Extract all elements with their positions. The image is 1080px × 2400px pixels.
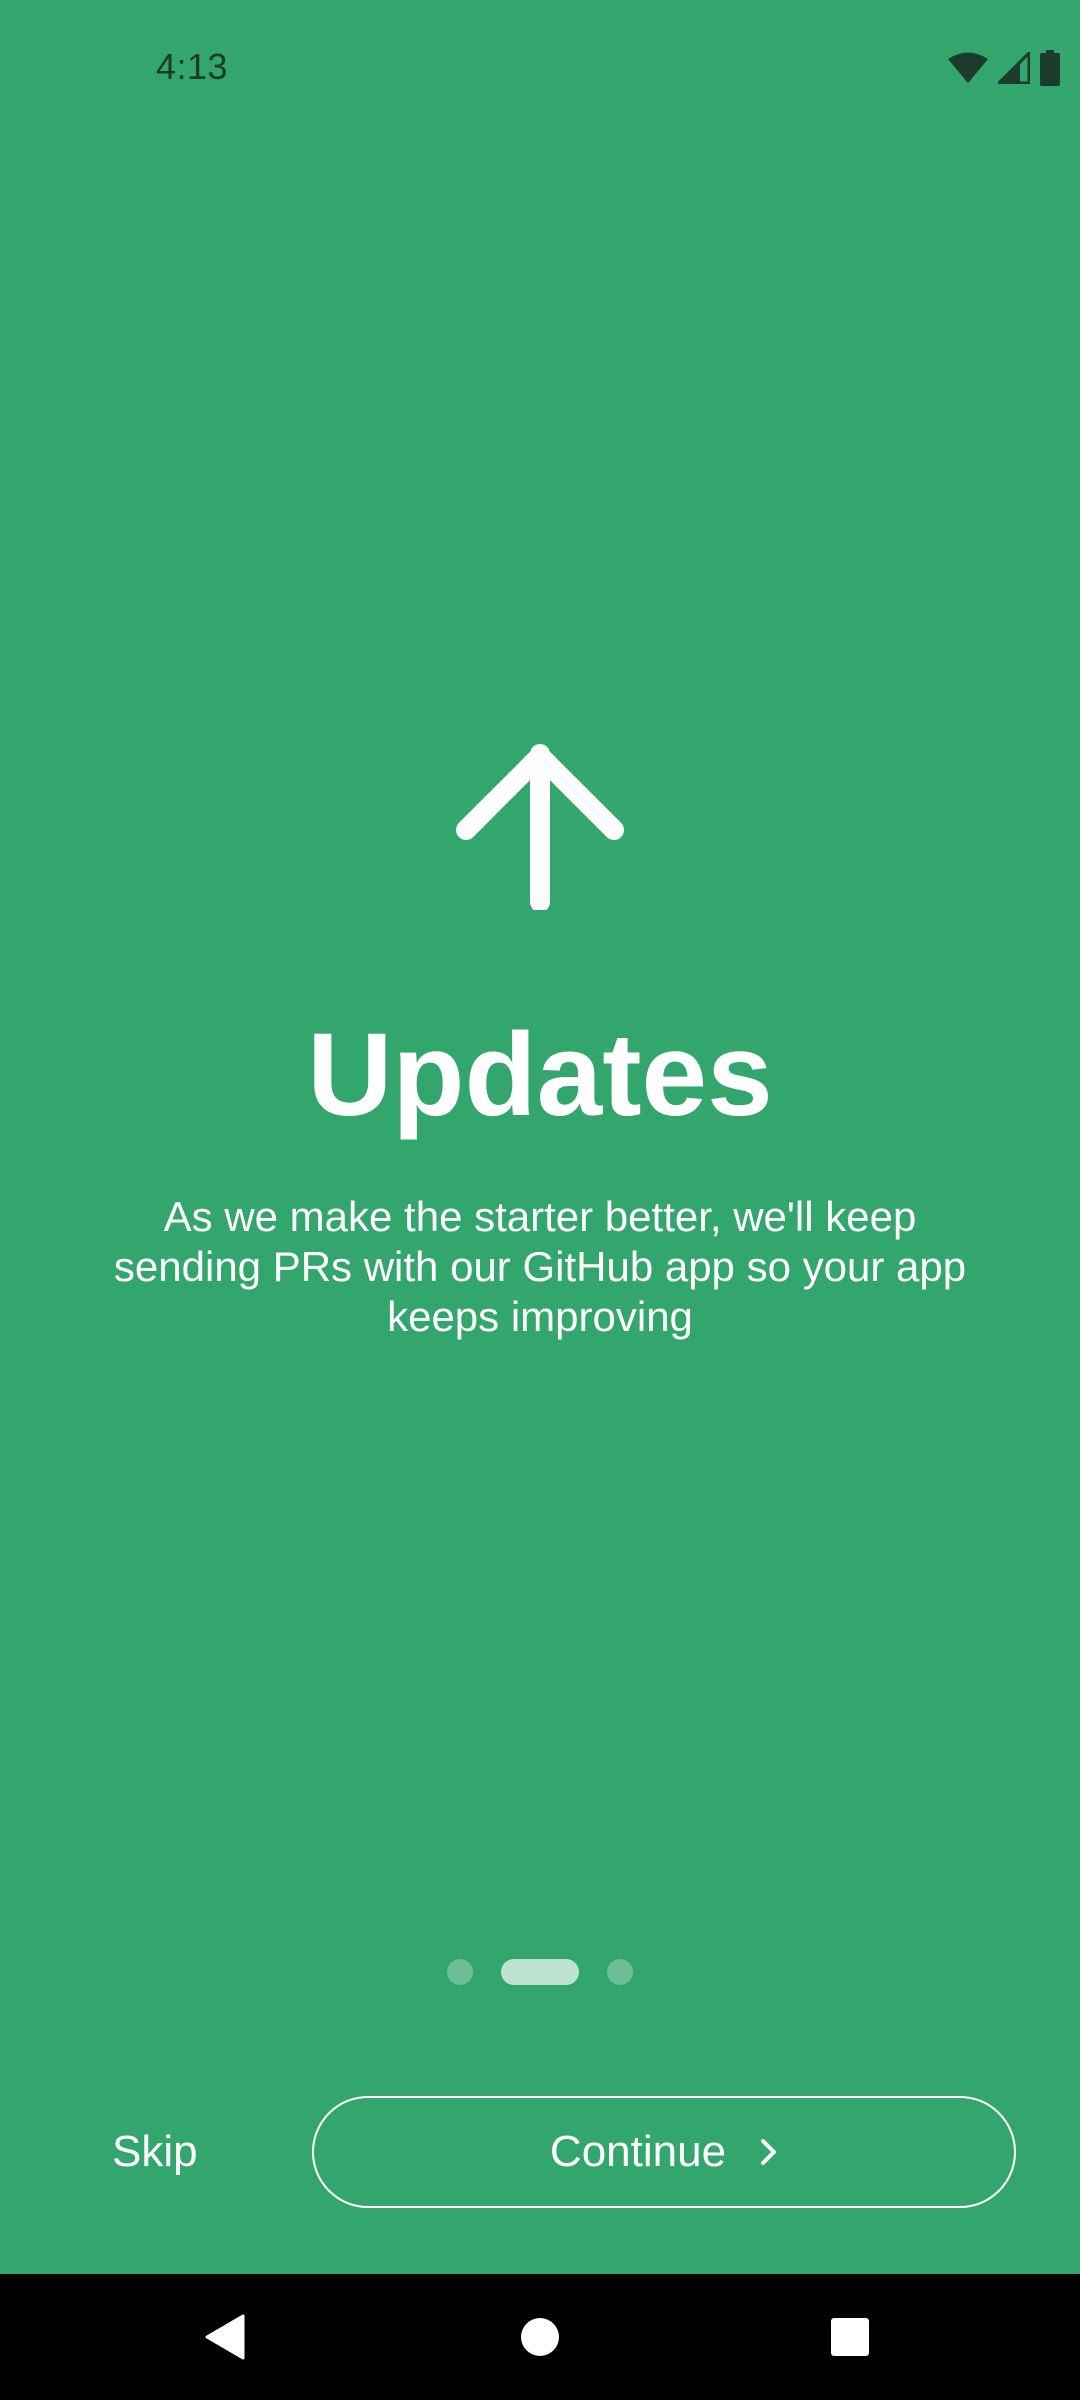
wifi-icon [948, 52, 988, 84]
recents-icon[interactable] [813, 2300, 887, 2374]
chevron-right-icon [760, 2138, 778, 2166]
arrow-up-icon [456, 742, 624, 912]
cell-signal-icon [998, 52, 1030, 84]
battery-icon [1040, 50, 1060, 86]
navigation-bar [0, 2274, 1080, 2400]
continue-button-label: Continue [549, 2127, 727, 2176]
home-icon[interactable] [503, 2300, 577, 2374]
status-time: 4:13 [156, 46, 229, 87]
page-indicator-dot-active [501, 1959, 579, 1985]
onboarding-screen: 4:13 Updates As we make the starter bett… [0, 0, 1080, 2274]
page-indicator-dot [607, 1959, 633, 1985]
status-icons [948, 50, 1060, 86]
page-indicator-dot [447, 1959, 473, 1985]
page-title: Updates [307, 1009, 773, 1141]
page-indicator [0, 1958, 1080, 1986]
skip-button[interactable]: Skip [96, 2110, 214, 2194]
back-icon[interactable] [188, 2300, 262, 2374]
continue-button[interactable]: Continue [312, 2096, 1016, 2208]
page-description: As we make the starter better, we'll kee… [113, 1193, 967, 1340]
status-bar: 4:13 [0, 0, 1080, 136]
